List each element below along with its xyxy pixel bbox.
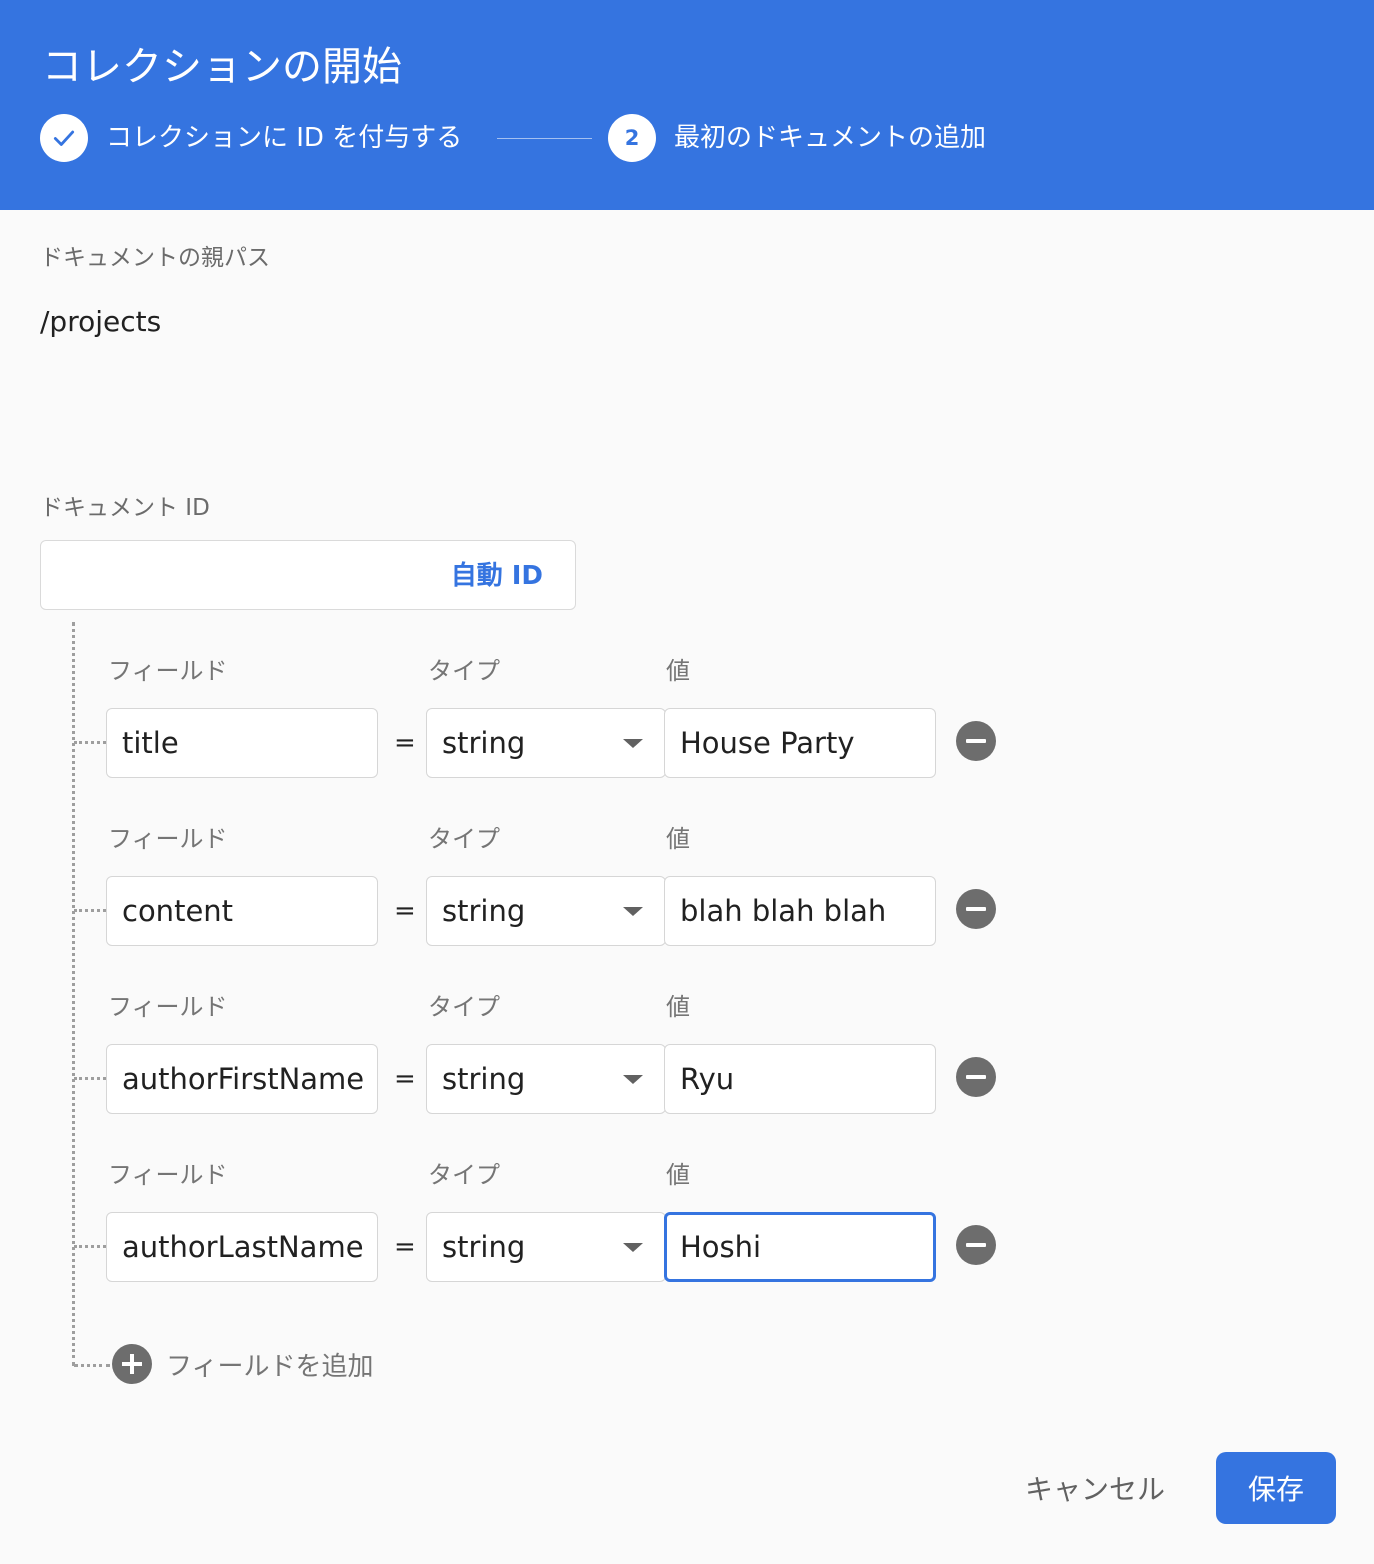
equals-sign: =	[394, 728, 416, 758]
type-header-label: タイプ	[428, 1161, 500, 1189]
value-header-label: 値	[666, 657, 690, 685]
caret-down-icon	[623, 1243, 643, 1252]
type-select[interactable]: string	[426, 1212, 666, 1282]
field-name-input[interactable]: authorFirstName	[106, 1044, 378, 1114]
add-field-button[interactable]: フィールドを追加	[112, 1344, 373, 1384]
dialog-header: コレクションの開始 コレクションに ID を付与する 2 最初のドキュメントの追…	[0, 0, 1374, 210]
step-2-label: 最初のドキュメントの追加	[674, 123, 987, 153]
tree-branch	[74, 1077, 106, 1080]
remove-field-icon[interactable]	[956, 721, 996, 761]
tree-connector-line	[72, 622, 75, 1366]
auto-id-button[interactable]: 自動 ID	[451, 557, 543, 595]
value-header-label: 値	[666, 825, 690, 853]
type-select[interactable]: string	[426, 708, 666, 778]
type-select-value: string	[442, 1230, 526, 1264]
parent-path-label: ドキュメントの親パス	[40, 245, 270, 271]
field-header-label: フィールド	[108, 825, 228, 853]
equals-sign: =	[394, 1064, 416, 1094]
tree-branch	[74, 1364, 110, 1367]
type-select-value: string	[442, 894, 526, 928]
type-select[interactable]: string	[426, 1044, 666, 1114]
value-input[interactable]: Ryu	[664, 1044, 936, 1114]
step-1-label: コレクションに ID を付与する	[106, 123, 463, 153]
step-1-check-icon	[40, 114, 88, 162]
field-header-label: フィールド	[108, 1161, 228, 1189]
remove-field-icon[interactable]	[956, 1057, 996, 1097]
document-id-field[interactable]: 自動 ID	[40, 540, 576, 610]
type-header-label: タイプ	[428, 825, 500, 853]
step-connector	[497, 138, 592, 139]
dialog-title: コレクションの開始	[42, 44, 402, 90]
type-select-value: string	[442, 1062, 526, 1096]
caret-down-icon	[623, 1075, 643, 1084]
type-select-value: string	[442, 726, 526, 760]
value-input[interactable]: blah blah blah	[664, 876, 936, 946]
field-header-label: フィールド	[108, 657, 228, 685]
field-name-input[interactable]: content	[106, 876, 378, 946]
step-2-number: 2	[608, 114, 656, 162]
tree-branch	[74, 741, 106, 744]
remove-field-icon[interactable]	[956, 1225, 996, 1265]
document-id-input[interactable]	[55, 551, 439, 601]
caret-down-icon	[623, 739, 643, 748]
add-field-label: フィールドを追加	[166, 1351, 374, 1382]
cancel-button[interactable]: キャンセル	[1010, 1456, 1180, 1520]
tree-branch	[74, 909, 106, 912]
field-name-input[interactable]: authorLastName	[106, 1212, 378, 1282]
equals-sign: =	[394, 1232, 416, 1262]
remove-field-icon[interactable]	[956, 889, 996, 929]
caret-down-icon	[623, 907, 643, 916]
value-header-label: 値	[666, 993, 690, 1021]
save-button[interactable]: 保存	[1216, 1452, 1336, 1524]
tree-branch	[74, 1245, 106, 1248]
value-input[interactable]: House Party	[664, 708, 936, 778]
field-name-input[interactable]: title	[106, 708, 378, 778]
type-header-label: タイプ	[428, 993, 500, 1021]
value-header-label: 値	[666, 1161, 690, 1189]
type-header-label: タイプ	[428, 657, 500, 685]
field-header-label: フィールド	[108, 993, 228, 1021]
equals-sign: =	[394, 896, 416, 926]
value-input-focused[interactable]: Hoshi	[664, 1212, 936, 1282]
document-id-label: ドキュメント ID	[40, 495, 210, 521]
parent-path-value: /projects	[40, 305, 162, 338]
add-circle-icon	[112, 1344, 152, 1384]
type-select[interactable]: string	[426, 876, 666, 946]
